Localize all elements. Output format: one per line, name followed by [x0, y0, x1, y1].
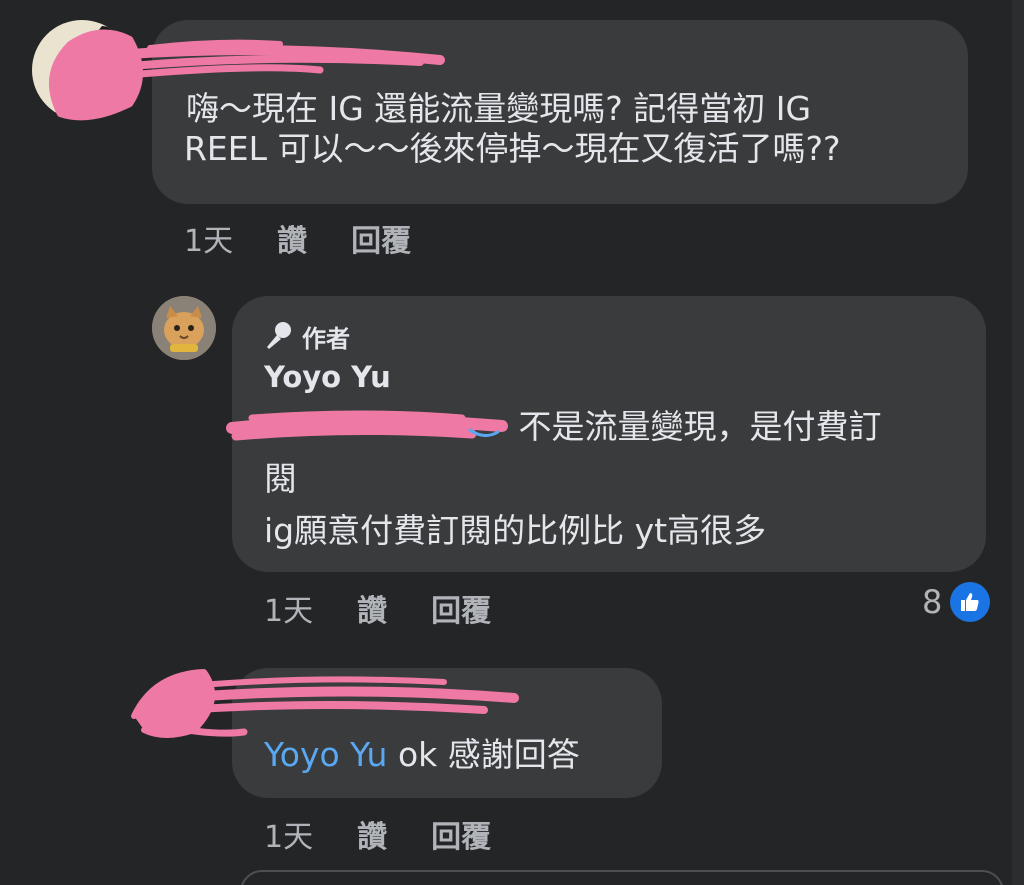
reaction-summary[interactable]: 8	[922, 582, 991, 622]
cat-avatar-image	[152, 296, 216, 360]
reply-button[interactable]: 回覆	[431, 812, 491, 856]
redaction-scribble	[49, 29, 445, 121]
comment-text: 閱	[264, 459, 297, 498]
reply-button[interactable]: 回覆	[351, 216, 411, 260]
author-badge-label: 作者	[302, 324, 350, 353]
comment-text: ig願意付費訂閱的比例比 yt高很多	[264, 511, 767, 550]
reply-button[interactable]: 回覆	[431, 586, 491, 630]
scrollbar-track[interactable]	[1012, 0, 1024, 885]
like-button[interactable]: 讚	[357, 586, 387, 630]
comment-meta: 1天 讚 回覆	[264, 586, 491, 630]
comment-thread: 嗨～現在 IG 還能流量變現嗎? 記得當初 IG REEL 可以～～後來停掉～現…	[0, 0, 1024, 885]
comment-text: 不是流量變現，是付費訂	[508, 407, 882, 446]
author-badge-row: 作者	[262, 316, 350, 356]
reaction-count: 8	[922, 583, 943, 621]
author-avatar[interactable]	[152, 296, 216, 360]
comment-meta: 1天 讚 回覆	[184, 216, 411, 260]
timestamp[interactable]: 1天	[264, 812, 313, 856]
thumbs-up-icon	[950, 582, 991, 622]
microphone-icon	[267, 322, 291, 349]
timestamp[interactable]: 1天	[264, 586, 313, 630]
reply-input-box[interactable]	[240, 870, 1004, 885]
timestamp[interactable]: 1天	[184, 216, 233, 260]
like-button[interactable]: 讚	[277, 216, 307, 260]
like-button[interactable]: 讚	[357, 812, 387, 856]
redaction-scribble	[226, 410, 508, 441]
author-name[interactable]: Yoyo Yu	[264, 360, 391, 394]
comment-meta: 1天 讚 回覆	[264, 812, 491, 856]
redaction-scribble	[131, 669, 519, 738]
